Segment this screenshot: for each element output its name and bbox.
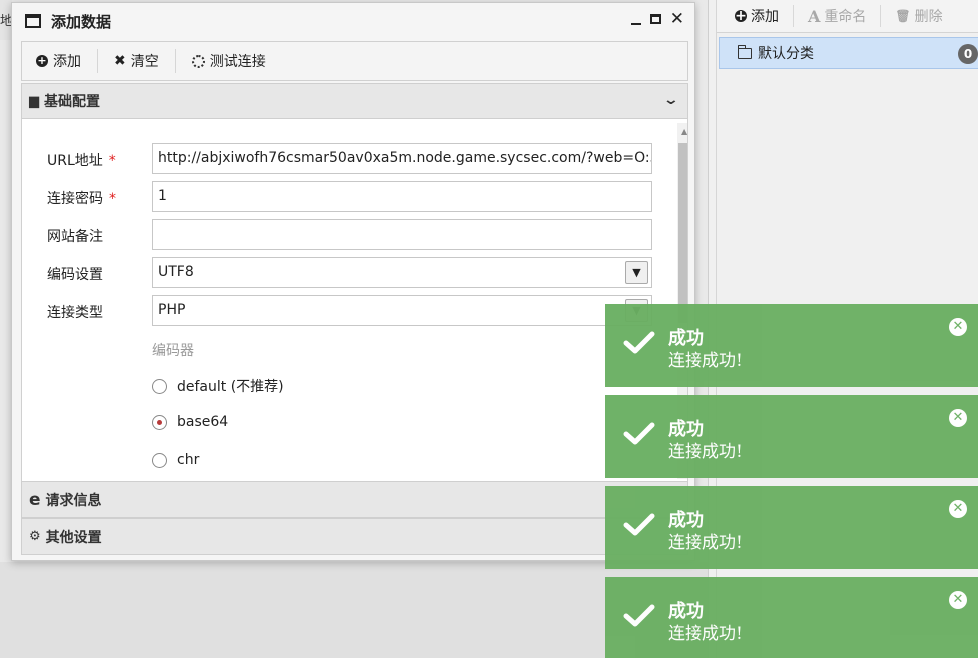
section-other-header[interactable]: ⚙ 其他设置 bbox=[21, 518, 688, 555]
toast-message: 连接成功! bbox=[668, 624, 743, 644]
dialog-title: 添加数据 bbox=[51, 12, 112, 31]
close-icon[interactable]: ✕ bbox=[949, 409, 967, 427]
basic-config-body: URL地址 * http://abjxiwofh76csmar50av0xa5m.… bbox=[21, 119, 688, 481]
category-item-label: 默认分类 bbox=[758, 46, 814, 62]
plus-circle-icon: + bbox=[36, 54, 48, 67]
scroll-up-icon[interactable]: ▲ bbox=[681, 127, 687, 136]
dialog-titlebar[interactable]: 添加数据 bbox=[12, 3, 694, 39]
note-input[interactable] bbox=[152, 219, 652, 250]
password-row: 连接密码 * 1 bbox=[22, 181, 672, 212]
add-button[interactable]: + 添加 bbox=[36, 51, 97, 71]
type-row: 连接类型 PHP ▼ bbox=[22, 295, 672, 326]
test-connection-label: 测试连接 bbox=[209, 54, 266, 70]
category-item-default[interactable]: 默认分类 bbox=[719, 37, 978, 69]
category-delete-button[interactable]: 🗑 删除 bbox=[895, 0, 956, 33]
encoder-option-label: default (不推荐) bbox=[177, 379, 284, 395]
category-add-button[interactable]: + 添加 bbox=[735, 0, 793, 33]
category-count-badge: 0 bbox=[958, 44, 978, 64]
url-row: URL地址 * http://abjxiwofh76csmar50av0xa5m.… bbox=[22, 143, 672, 174]
document-icon: ▆ bbox=[29, 93, 39, 109]
close-icon[interactable]: ✕ bbox=[670, 11, 684, 28]
encoder-option-base64[interactable]: base64 bbox=[152, 414, 228, 430]
section-basic-title: 基础配置 bbox=[44, 94, 100, 110]
note-label: 网站备注 bbox=[47, 229, 103, 245]
encoder-option-label: chr bbox=[177, 452, 200, 468]
clear-button[interactable]: ✖ 清空 bbox=[114, 51, 175, 71]
category-add-label: 添加 bbox=[751, 9, 779, 25]
chevron-down-icon: ▼ bbox=[625, 261, 648, 284]
radio-checked-icon bbox=[152, 414, 167, 430]
close-icon[interactable]: ✕ bbox=[949, 318, 967, 336]
encoding-value: UTF8 bbox=[158, 264, 194, 280]
font-a-icon: A bbox=[808, 6, 821, 26]
category-toolbar: + 添加 A 重命名 🗑 删除 bbox=[717, 0, 978, 33]
encoder-option-chr[interactable]: chr bbox=[152, 452, 199, 468]
gears-icon: ⚙ bbox=[29, 529, 41, 544]
dialog-toolbar: + 添加 ✖ 清空 测试连接 bbox=[21, 41, 688, 81]
toast-message: 连接成功! bbox=[668, 533, 743, 553]
password-label: 连接密码 bbox=[47, 191, 103, 207]
encoding-row: 编码设置 UTF8 ▼ bbox=[22, 257, 672, 288]
section-basic-header[interactable]: ▆ 基础配置 ⌄ bbox=[21, 83, 688, 119]
trash-icon: 🗑 bbox=[895, 9, 911, 23]
plus-circle-icon: + bbox=[735, 8, 747, 24]
toast-message: 连接成功! bbox=[668, 351, 743, 371]
note-row: 网站备注 bbox=[22, 219, 672, 250]
test-connection-button[interactable]: 测试连接 bbox=[191, 51, 282, 71]
folder-icon bbox=[738, 44, 752, 59]
category-delete-label: 删除 bbox=[914, 9, 943, 25]
section-request-header[interactable]: e 请求信息 bbox=[21, 481, 688, 518]
window-controls: ✕ bbox=[630, 11, 684, 28]
success-toast: 成功 连接成功! ✕ bbox=[605, 486, 978, 569]
x-icon: ✖ bbox=[114, 53, 126, 69]
checkmark-icon bbox=[623, 422, 655, 445]
add-data-dialog: 添加数据 ✕ + 添加 ✖ 清空 测试连接 ▆ 基础配置 ⌄ URL地址 * ht… bbox=[11, 2, 695, 561]
close-icon[interactable]: ✕ bbox=[949, 500, 967, 518]
spinner-icon bbox=[191, 54, 205, 68]
url-input[interactable]: http://abjxiwofh76csmar50av0xa5m.node.ga… bbox=[152, 143, 652, 174]
radio-icon bbox=[152, 378, 167, 394]
success-toast: 成功 连接成功! ✕ bbox=[605, 395, 978, 478]
encoding-select[interactable]: UTF8 ▼ bbox=[152, 257, 652, 288]
category-rename-button[interactable]: A 重命名 bbox=[808, 0, 880, 33]
required-mark: * bbox=[109, 191, 116, 207]
chevron-down-icon: ⌄ bbox=[662, 92, 680, 108]
window-icon bbox=[25, 14, 41, 28]
maximize-icon[interactable] bbox=[649, 14, 661, 24]
checkmark-icon bbox=[623, 513, 655, 536]
close-icon[interactable]: ✕ bbox=[949, 591, 967, 609]
minimize-icon[interactable] bbox=[630, 23, 641, 25]
encoder-option-label: base64 bbox=[177, 414, 229, 430]
add-button-label: 添加 bbox=[53, 54, 81, 70]
category-rename-label: 重命名 bbox=[824, 9, 867, 25]
success-toast: 成功 连接成功! ✕ bbox=[605, 304, 978, 387]
section-other-title: 其他设置 bbox=[45, 529, 102, 546]
checkmark-icon bbox=[623, 604, 655, 627]
password-input[interactable]: 1 bbox=[152, 181, 652, 212]
required-mark: * bbox=[108, 153, 116, 169]
url-label: URL地址 bbox=[47, 153, 103, 169]
checkmark-icon bbox=[623, 331, 655, 354]
radio-icon bbox=[152, 452, 167, 468]
scrollbar-thumb[interactable] bbox=[678, 143, 687, 323]
type-value: PHP bbox=[158, 302, 186, 318]
section-request-title: 请求信息 bbox=[45, 492, 102, 509]
success-toast: 成功 连接成功! ✕ bbox=[605, 577, 978, 658]
type-select[interactable]: PHP ▼ bbox=[152, 295, 652, 326]
encoder-label: 编码器 bbox=[152, 343, 194, 359]
browser-e-icon: e bbox=[29, 489, 41, 510]
clear-button-label: 清空 bbox=[130, 54, 159, 70]
encoder-option-default[interactable]: default (不推荐) bbox=[152, 376, 284, 396]
encoding-label: 编码设置 bbox=[47, 267, 103, 283]
type-label: 连接类型 bbox=[47, 305, 103, 321]
toast-message: 连接成功! bbox=[668, 442, 743, 462]
background-area bbox=[0, 562, 708, 658]
